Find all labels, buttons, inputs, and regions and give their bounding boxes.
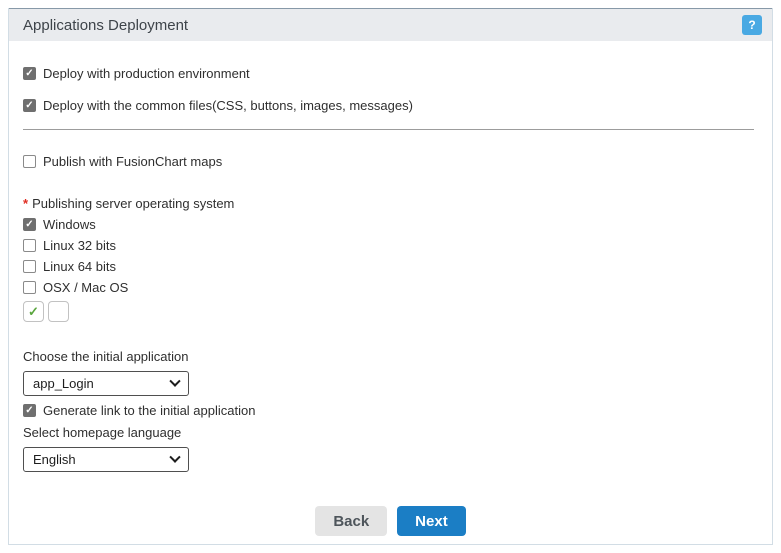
os-section-label: * Publishing server operating system: [23, 196, 758, 211]
chevron-down-icon: [169, 451, 181, 463]
required-asterisk: *: [23, 196, 29, 211]
initial-app-selected-value: app_Login: [33, 376, 94, 391]
back-button[interactable]: Back: [315, 506, 388, 536]
os-osx-checkbox[interactable]: ✓: [23, 281, 36, 294]
deploy-common-checkbox[interactable]: ✓: [23, 99, 36, 112]
initial-app-select[interactable]: app_Login: [23, 371, 189, 396]
section-divider: [23, 129, 754, 130]
os-osx-label: OSX / Mac OS: [43, 280, 129, 295]
initial-app-label: Choose the initial application: [23, 349, 189, 364]
help-button[interactable]: ?: [742, 15, 762, 35]
uncheck-all-button[interactable]: [48, 301, 69, 322]
language-select[interactable]: English: [23, 447, 189, 472]
os-option-linux32-row: ✓ Linux 32 bits: [23, 238, 758, 253]
page-title: Applications Deployment: [23, 16, 189, 34]
fusionchart-label: Publish with FusionChart maps: [43, 154, 223, 169]
os-linux64-label: Linux 64 bits: [43, 259, 116, 274]
os-option-linux64-row: ✓ Linux 64 bits: [23, 259, 758, 274]
language-label: Select homepage language: [23, 425, 182, 440]
deploy-production-label: Deploy with production environment: [43, 66, 250, 81]
wizard-navigation: Back Next: [23, 506, 758, 536]
select-all-controls: ✓: [23, 301, 758, 322]
panel-content: ✓ Deploy with production environment ✓ D…: [9, 66, 772, 536]
deploy-common-row: ✓ Deploy with the common files(CSS, butt…: [23, 98, 758, 113]
os-linux32-checkbox[interactable]: ✓: [23, 239, 36, 252]
check-all-button[interactable]: ✓: [23, 301, 44, 322]
deploy-production-checkbox[interactable]: ✓: [23, 67, 36, 80]
os-option-windows-row: ✓ Windows: [23, 217, 758, 232]
check-icon: ✓: [25, 99, 34, 111]
os-linux64-checkbox[interactable]: ✓: [23, 260, 36, 273]
os-option-osx-row: ✓ OSX / Mac OS: [23, 280, 758, 295]
check-icon: ✓: [25, 67, 34, 79]
fusionchart-checkbox[interactable]: ✓: [23, 155, 36, 168]
generate-link-label: Generate link to the initial application: [43, 403, 256, 418]
generate-link-checkbox[interactable]: ✓: [23, 404, 36, 417]
next-button[interactable]: Next: [397, 506, 466, 536]
check-icon: ✓: [25, 218, 34, 230]
os-section-label-text: Publishing server operating system: [32, 196, 235, 211]
os-windows-checkbox[interactable]: ✓: [23, 218, 36, 231]
applications-deployment-panel: Applications Deployment ? ✓ Deploy with …: [8, 8, 773, 545]
generate-link-row: ✓ Generate link to the initial applicati…: [23, 403, 758, 418]
chevron-down-icon: [169, 375, 181, 387]
language-selected-value: English: [33, 452, 76, 467]
fusionchart-row: ✓ Publish with FusionChart maps: [23, 154, 758, 169]
check-icon: ✓: [28, 304, 39, 319]
check-icon: ✓: [25, 404, 34, 416]
deploy-production-row: ✓ Deploy with production environment: [23, 66, 758, 81]
panel-header: Applications Deployment ?: [9, 8, 772, 41]
deploy-common-label: Deploy with the common files(CSS, button…: [43, 98, 413, 113]
os-linux32-label: Linux 32 bits: [43, 238, 116, 253]
os-windows-label: Windows: [43, 217, 96, 232]
